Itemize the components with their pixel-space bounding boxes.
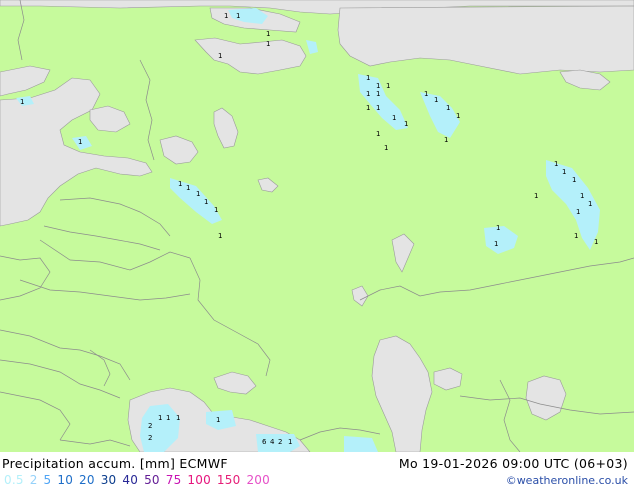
precip-value-label: 1 xyxy=(494,240,498,248)
precip-value-label: 1 xyxy=(588,200,592,208)
precip-value-label: 6 xyxy=(262,438,267,446)
precipitation-legend: 0.5 2 5 10 20 30 40 50 75 100 150 200 xyxy=(4,473,276,487)
precip-value-label: 1 xyxy=(434,96,438,104)
precip-value-label: 1 xyxy=(224,12,228,20)
precip-value-label: 1 xyxy=(366,90,370,98)
legend-value: 75 xyxy=(165,473,182,487)
forecast-datetime: Mo 19-01-2026 09:00 UTC (06+03) xyxy=(398,456,628,471)
precip-value-label: 1 xyxy=(214,206,218,214)
precip-value-label: 1 xyxy=(594,238,598,246)
precip-value-label: 1 xyxy=(178,180,182,188)
precip-value-label: 1 xyxy=(166,414,170,422)
map-footer: Precipitation accum. [mm] ECMWF Mo 19-01… xyxy=(0,452,634,490)
precip-value-label: 1 xyxy=(376,82,380,90)
precip-value-label: 1 xyxy=(204,198,208,206)
precip-value-label: 1 xyxy=(366,74,370,82)
precip-value-label: 1 xyxy=(444,136,448,144)
precip-value-label: 1 xyxy=(562,168,566,176)
legend-value: 0.5 xyxy=(4,473,24,487)
precip-value-label: 1 xyxy=(572,176,576,184)
precip-value-label: 1 xyxy=(456,112,460,120)
precipitation-map: 1 11111111 111 111111111111 1111111111111111… xyxy=(0,0,634,452)
legend-value: 100 xyxy=(187,473,211,487)
precip-value-label: 1 xyxy=(236,12,240,20)
precip-value-label: 1 xyxy=(386,82,390,90)
precip-value-label: 1 xyxy=(218,52,222,60)
precip-value-label: 1 xyxy=(288,438,292,446)
precip-value-label: 1 xyxy=(580,192,584,200)
precip-value-label: 1 xyxy=(534,192,538,200)
precip-value-label: 2 xyxy=(148,422,152,430)
precip-value-label: 2 xyxy=(148,434,152,442)
kara-sea xyxy=(337,5,634,75)
precip-value-label: 4 xyxy=(270,438,275,446)
legend-value: 10 xyxy=(57,473,74,487)
precip-value-label: 1 xyxy=(266,30,270,38)
precip-value-label: 1 xyxy=(158,414,162,422)
precip-value-label: 2 xyxy=(278,438,282,446)
precip-value-label: 1 xyxy=(554,160,558,168)
legend-value: 200 xyxy=(246,473,270,487)
precip-value-label: 1 xyxy=(404,120,408,128)
legend-value: 5 xyxy=(43,473,52,487)
legend-value: 150 xyxy=(216,473,241,487)
precip-value-label: 1 xyxy=(176,414,180,422)
precip-value-label: 1 xyxy=(186,184,190,192)
precip-value-label: 1 xyxy=(376,90,380,98)
precip-value-label: 1 xyxy=(20,98,24,106)
precip-value-label: 1 xyxy=(196,190,200,198)
legend-value: 30 xyxy=(100,473,117,487)
precip-value-label: 1 xyxy=(392,114,396,122)
credit-link[interactable]: ©weatheronline.co.uk xyxy=(506,474,628,487)
map-title: Precipitation accum. [mm] ECMWF xyxy=(2,456,228,471)
precip-value-label: 1 xyxy=(576,208,580,216)
precip-value-label: 1 xyxy=(446,104,450,112)
precip-value-label: 1 xyxy=(496,224,500,232)
precip-value-label: 1 xyxy=(266,40,270,48)
legend-value: 50 xyxy=(144,473,160,487)
precip-value-label: 1 xyxy=(376,130,380,138)
precip-value-label: 1 xyxy=(216,416,220,424)
legend-value: 40 xyxy=(122,473,139,487)
legend-value: 20 xyxy=(79,473,95,487)
precip-value-label: 1 xyxy=(424,90,428,98)
legend-value: 2 xyxy=(29,473,38,487)
precip-value-label: 1 xyxy=(218,232,222,240)
precip-value-label: 1 xyxy=(376,104,380,112)
precip-value-label: 1 xyxy=(384,144,388,152)
precip-value-label: 1 xyxy=(78,138,82,146)
precip-value-label: 1 xyxy=(366,104,370,112)
precip-value-label: 1 xyxy=(574,232,578,240)
